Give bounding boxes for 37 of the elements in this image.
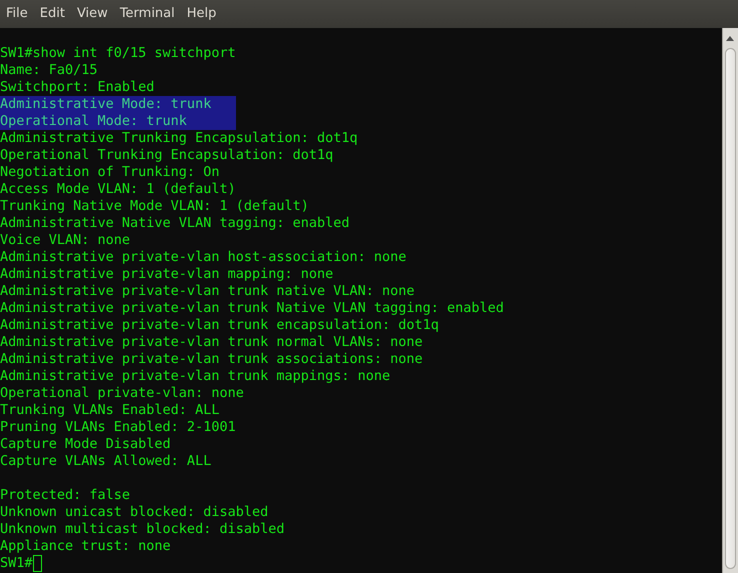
output-line: Capture VLANs Allowed: ALL — [0, 453, 212, 470]
menu-item[interactable]: Edit — [34, 0, 71, 28]
output-line: Appliance trust: none — [0, 538, 171, 555]
menu-item[interactable]: Help — [180, 0, 222, 28]
output-line: Negotiation of Trunking: On — [0, 164, 220, 181]
output-line: Switchport: Enabled — [0, 79, 154, 96]
menu-item[interactable]: File — [0, 0, 34, 28]
output-line: Administrative private-vlan mapping: none — [0, 266, 334, 283]
output-line: Trunking VLANs Enabled: ALL — [0, 402, 220, 419]
output-line: Administrative private-vlan trunk encapsulation: dot1q — [0, 317, 439, 334]
output-line: Administrative Trunking Encapsulation: dot1q — [0, 130, 358, 147]
output-line: Name: Fa0/15 — [0, 62, 98, 79]
output-line: Voice VLAN: none — [0, 232, 130, 249]
output-line: Administrative private-vlan trunk mappings: none — [0, 368, 390, 385]
output-line: Operational Trunking Encapsulation: dot1q — [0, 147, 334, 164]
output-line: Pruning VLANs Enabled: 2-1001 — [0, 419, 236, 436]
output-line: Access Mode VLAN: 1 (default) — [0, 181, 236, 198]
output-line: Administrative Native VLAN tagging: enabled — [0, 215, 350, 232]
output-line: Administrative private-vlan trunk normal VLANs: none — [0, 334, 423, 351]
output-line: Protected: false — [0, 487, 130, 504]
menu-item[interactable]: View — [70, 0, 114, 28]
prompt: SW1# — [0, 555, 33, 571]
output-line: Capture Mode Disabled — [0, 436, 171, 453]
output-line: Administrative private-vlan host-association: none — [0, 249, 406, 266]
output-line: Unknown unicast blocked: disabled — [0, 504, 268, 521]
scroll-up-icon[interactable] — [726, 36, 734, 41]
scrollbar[interactable] — [722, 28, 738, 573]
output-line: Operational private-vlan: none — [0, 385, 244, 402]
output-line: Trunking Native Mode VLAN: 1 (default) — [0, 198, 309, 215]
scrollbar-thumb[interactable] — [725, 48, 736, 569]
output-line: Administrative private-vlan trunk Native VLAN tagging: enabled — [0, 300, 504, 317]
output-line: SW1#show int f0/15 switchport — [0, 45, 236, 62]
menu-item[interactable]: Terminal — [114, 0, 181, 28]
cursor — [32, 555, 42, 572]
output-line: Administrative private-vlan trunk associations: none — [0, 351, 423, 368]
output-line: Administrative private-vlan trunk native VLAN: none — [0, 283, 415, 300]
output-line: Unknown multicast blocked: disabled — [0, 521, 284, 538]
